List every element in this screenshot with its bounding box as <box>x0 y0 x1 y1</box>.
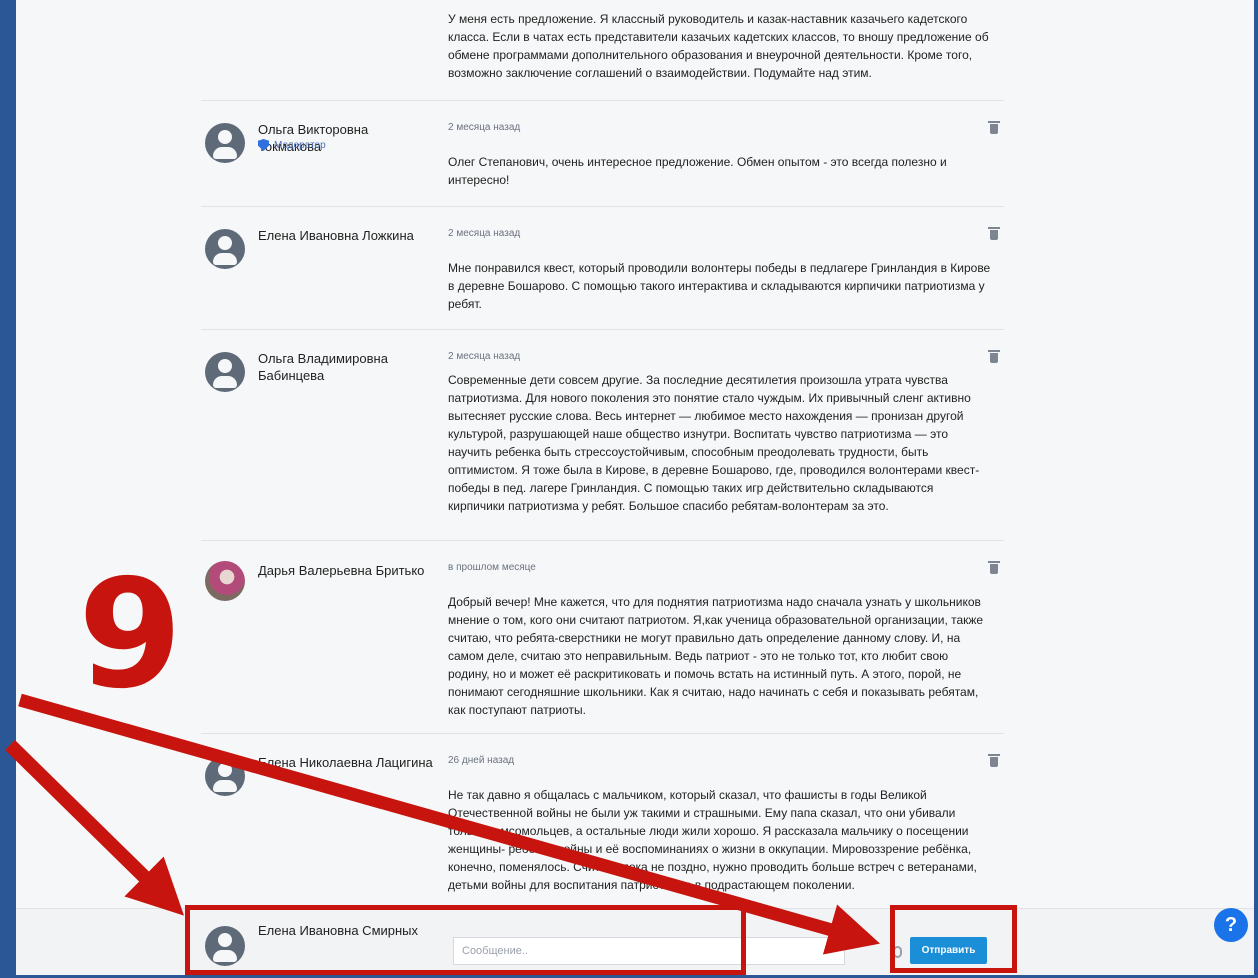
arrow-to-composer <box>5 740 184 916</box>
arrow-to-send <box>18 693 881 955</box>
annotation-arrows <box>5 693 881 955</box>
